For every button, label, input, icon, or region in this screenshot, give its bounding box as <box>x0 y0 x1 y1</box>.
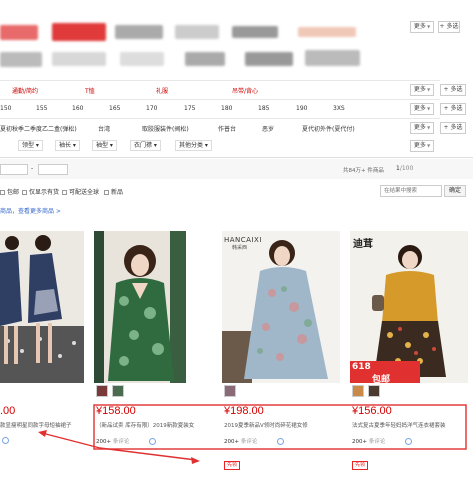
product-title[interactable]: 款显瘦明星同款字母短袖裙子 <box>0 421 86 429</box>
size-option[interactable]: 160 <box>72 105 83 112</box>
product-image[interactable] <box>222 231 340 383</box>
filter-dropdown[interactable]: 袖长 ▾ <box>55 140 80 151</box>
color-swatch[interactable] <box>368 385 380 397</box>
brand-name: 迪茸 <box>353 239 373 250</box>
category-option[interactable]: 台湾 <box>98 124 110 133</box>
product-image[interactable] <box>94 231 186 383</box>
result-count: 共84万+ 件商品 <box>343 168 384 174</box>
multi-select-button[interactable]: + 多选 <box>440 103 466 115</box>
style-option[interactable]: 吊带/背心 <box>232 86 258 95</box>
size-option[interactable]: 190 <box>296 105 307 112</box>
brand-logo[interactable] <box>52 52 106 66</box>
brand-logo[interactable] <box>120 52 164 66</box>
brand-row: 更多 ▼ + 多选 <box>0 0 473 78</box>
more-button[interactable]: 更多 ▼ <box>410 103 434 115</box>
coupon-tag[interactable]: 先领 <box>224 461 241 470</box>
price-dash: - <box>31 165 34 172</box>
price-min-input[interactable] <box>0 164 28 175</box>
brand-logo[interactable] <box>298 27 356 37</box>
more-button[interactable]: 更多 ▼ <box>410 122 434 134</box>
style-option[interactable]: T恤 <box>85 86 95 95</box>
product-title[interactable]: （新品试卖 库存有限）2019新款夏装女 <box>96 421 214 429</box>
sort-bar: - 共84万+ 件商品 1/100 <box>0 159 473 179</box>
category-option[interactable]: 取胶服装件(阀松) <box>142 124 189 133</box>
brand-name: HANCAIXI <box>224 236 262 244</box>
style-option[interactable]: 礼服 <box>156 86 168 95</box>
result-search-input[interactable] <box>380 185 442 197</box>
wangwang-icon[interactable] <box>405 438 413 445</box>
color-swatch[interactable] <box>96 385 108 397</box>
multi-select-button[interactable]: + 多选 <box>438 21 460 33</box>
checkbox-new[interactable]: 新品 <box>104 187 123 196</box>
checkbox-in-stock[interactable]: 仅显示有货 <box>22 187 59 196</box>
coupon-tag[interactable]: 先领 <box>352 461 369 470</box>
page-indicator: 1/100 <box>396 165 414 172</box>
multi-select-button[interactable]: + 多选 <box>440 84 466 96</box>
size-option[interactable]: 150 <box>0 105 11 112</box>
wangwang-icon[interactable] <box>2 437 9 444</box>
filter-dropdown[interactable]: 袖型 ▾ <box>92 140 117 151</box>
brand-logo[interactable] <box>115 25 163 39</box>
size-option[interactable]: 165 <box>109 105 120 112</box>
product-image[interactable] <box>350 231 468 383</box>
product-price: ¥198.00 <box>224 405 264 417</box>
product-price: .00 <box>0 405 16 417</box>
category-option[interactable]: 恶岁 <box>262 124 274 133</box>
product-sales <box>0 437 9 444</box>
product-price: ¥156.00 <box>352 405 392 417</box>
color-swatch[interactable] <box>112 385 124 397</box>
more-button[interactable]: 更多 ▼ <box>410 84 434 96</box>
product-title[interactable]: 法式复古夏季年轻妈妈洋气连衣裙套装 <box>352 421 466 429</box>
product-price: ¥158.00 <box>96 405 136 417</box>
brand-subname: 韩采西 <box>232 245 248 251</box>
filter-dropdown[interactable]: 其他分类 ▾ <box>175 140 212 151</box>
size-option[interactable]: 185 <box>258 105 269 112</box>
color-swatch[interactable] <box>224 385 236 397</box>
category-option[interactable]: 夏代初外件(夏代付) <box>302 124 355 133</box>
brand-logo[interactable] <box>52 23 106 41</box>
brand-logo[interactable] <box>185 52 225 66</box>
product-title[interactable]: 2019夏季新品V领时尚碎花裙女修 <box>224 421 342 429</box>
brand-logo[interactable] <box>0 25 38 40</box>
search-confirm-button[interactable]: 确定 <box>444 185 466 197</box>
size-option[interactable]: 3XS <box>333 105 345 112</box>
product-sales: 200+ 条评论 <box>96 437 157 445</box>
price-max-input[interactable] <box>38 164 68 175</box>
multi-select-button[interactable]: + 多选 <box>440 122 466 134</box>
more-products-link[interactable]: 商品，查看更多商品 > <box>0 206 61 215</box>
size-option[interactable]: 170 <box>146 105 157 112</box>
product-sales: 200+ 条评论 <box>352 437 413 445</box>
brand-logo[interactable] <box>232 26 278 38</box>
brand-logo[interactable] <box>245 52 293 66</box>
checkbox-global[interactable]: 可配送全球 <box>62 187 99 196</box>
category-option[interactable]: 夏初秋季二季度乙二盒(弹松) <box>0 124 77 133</box>
size-option[interactable]: 180 <box>221 105 232 112</box>
wangwang-icon[interactable] <box>277 438 285 445</box>
badge-free-shipping: 包邮 <box>372 375 391 385</box>
brand-logo[interactable] <box>175 25 219 39</box>
product-image[interactable] <box>0 231 84 383</box>
brand-logo[interactable] <box>305 50 360 66</box>
size-option[interactable]: 175 <box>184 105 195 112</box>
checkbox-free-shipping[interactable]: 包邮 <box>0 187 19 196</box>
filter-dropdown[interactable]: 领型 ▾ <box>18 140 43 151</box>
badge-618: 618 <box>352 362 371 372</box>
size-option[interactable]: 155 <box>36 105 47 112</box>
category-option[interactable]: 作普台 <box>218 124 236 133</box>
checkbox-row: 包邮 仅显示有货 可配送全球 新品 确定 <box>0 184 473 200</box>
filter-dropdown[interactable]: 衣门襟 ▾ <box>130 140 161 151</box>
color-swatch[interactable] <box>352 385 364 397</box>
more-button[interactable]: 更多 ▼ <box>410 140 434 152</box>
product-sales: 200+ 条评论 <box>224 437 285 445</box>
brand-logo[interactable] <box>0 52 42 67</box>
wangwang-icon[interactable] <box>149 438 157 445</box>
style-option[interactable]: 通勤/简约 <box>12 86 38 95</box>
more-button[interactable]: 更多 ▼ <box>410 21 434 33</box>
